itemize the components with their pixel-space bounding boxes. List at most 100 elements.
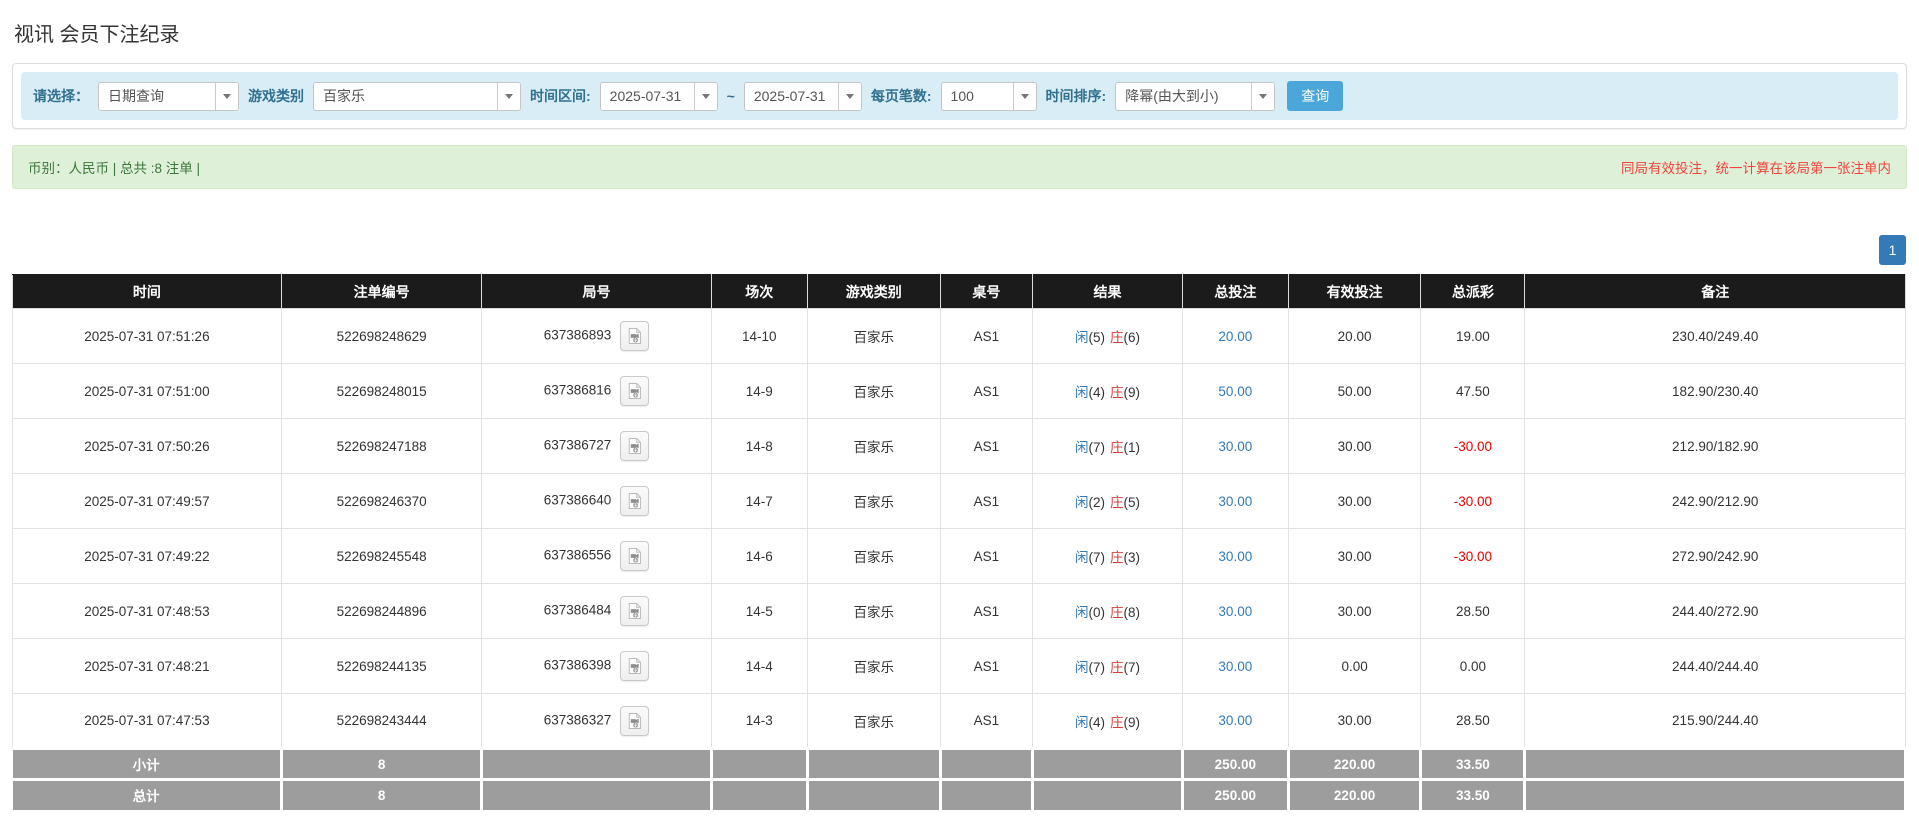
total-bet-link[interactable]: 20.00 [1218,329,1252,344]
summary-count: 8 [281,778,484,812]
total-bet-link[interactable]: 30.00 [1218,659,1252,674]
round-id: 637386893 [543,327,612,343]
total-bet-link[interactable]: 30.00 [1218,713,1252,728]
video-replay-button[interactable] [620,321,650,351]
cell-game-type: 百家乐 [807,418,941,474]
time-sort-select[interactable]: 降幂(由大到小) [1115,81,1276,111]
cell-round-id: 637386727 [481,418,712,474]
summary-total-bet: 250.00 [1182,778,1290,812]
video-file-icon [629,438,642,454]
cell-session: 14-10 [710,308,809,364]
video-replay-button[interactable] [620,486,650,516]
cell-bet-id: 522698245548 [280,528,483,584]
cell-total-bet: 30.00 [1181,528,1289,584]
chevron-down-icon[interactable] [215,82,238,110]
cell-valid-bet: 30.00 [1287,693,1422,749]
payout-value: 28.50 [1455,713,1490,728]
page-button-1[interactable]: 1 [1879,235,1906,265]
cell-result: 闲(7) 庄(3) [1032,528,1183,584]
cell-valid-bet: 0.00 [1287,638,1422,694]
page-size-label: 每页笔数: [870,88,932,104]
result-banker-label: 庄 [1110,440,1124,455]
column-header: 备注 [1524,274,1906,309]
cell-payout: 0.00 [1420,638,1526,694]
cell-bet-id: 522698247188 [280,418,483,474]
video-replay-button[interactable] [620,705,650,736]
chevron-down-icon[interactable] [1251,82,1275,110]
round-id: 637386727 [543,437,612,453]
cell-round-id: 637386893 [481,308,712,364]
cell-game-type: 百家乐 [807,473,941,529]
total-bet-link[interactable]: 50.00 [1218,384,1252,399]
chevron-down-icon[interactable] [693,82,717,110]
page-size-value: 100 [950,88,974,104]
result-player-score: (4) [1088,385,1106,400]
video-replay-button[interactable] [620,651,650,681]
round-id: 637386398 [543,657,612,673]
video-replay-button[interactable] [620,541,650,571]
result-player-label: 闲 [1075,385,1089,400]
result-banker-label: 庄 [1110,605,1124,620]
column-header: 有效投注 [1287,274,1422,309]
cell-result: 闲(4) 庄(9) [1032,363,1183,419]
video-replay-button[interactable] [620,431,650,461]
video-file-icon [629,548,642,564]
video-replay-button[interactable] [620,596,650,626]
round-id: 637386484 [543,602,612,618]
result-player-label: 闲 [1075,550,1089,565]
result-banker-score: (6) [1123,330,1141,345]
cell-table-no: AS1 [939,308,1034,364]
result-player-label: 闲 [1075,605,1089,620]
cell-total-bet: 50.00 [1181,363,1289,419]
result-banker-score: (1) [1123,440,1141,455]
cell-session: 14-4 [710,638,809,694]
payout-value: -30.00 [1453,493,1493,509]
result-player-score: (7) [1088,660,1106,675]
table-row: 2025-07-31 07:51:00 522698248015 637386816… [12,363,1906,419]
result-player-score: (5) [1088,330,1106,345]
chevron-down-icon[interactable] [497,82,520,110]
cell-time: 2025-07-31 07:47:53 [12,693,282,749]
result-player-score: (0) [1088,605,1106,620]
chevron-down-icon[interactable] [1012,82,1036,110]
page-size-select[interactable]: 100 [940,81,1037,111]
game-type-label: 游戏类别 [248,88,304,104]
cell-payout: -30.00 [1420,473,1526,529]
bet-records-table: 时间 注单编号 局号 场次 游戏类别 桌号 结果 总投注 有效投注 总派彩 备注 2025-07-3… [12,274,1907,812]
total-bet-link[interactable]: 30.00 [1218,604,1252,619]
video-file-icon [629,712,642,729]
search-button[interactable]: 查询 [1287,81,1344,111]
cell-bet-id: 522698246370 [280,473,483,529]
video-file-icon [629,658,642,674]
cell-remark: 212.90/182.90 [1524,418,1906,474]
cell-total-bet: 20.00 [1181,308,1289,364]
result-player-label: 闲 [1075,714,1089,730]
result-banker-label: 庄 [1110,385,1124,400]
cell-payout: -30.00 [1420,528,1526,584]
cell-time: 2025-07-31 07:48:21 [12,638,282,694]
total-bet-link[interactable]: 30.00 [1218,549,1252,564]
round-id: 637386640 [543,492,612,508]
date-to-input[interactable]: 2025-07-31 [743,81,862,111]
cell-remark: 230.40/249.40 [1524,308,1906,364]
video-replay-button[interactable] [620,376,650,406]
cell-remark: 215.90/244.40 [1524,693,1906,749]
table-row: 2025-07-31 07:47:53 522698243444 637386327… [12,693,1906,749]
cell-game-type: 百家乐 [807,638,941,694]
cell-time: 2025-07-31 07:49:22 [12,528,282,584]
total-bet-link[interactable]: 30.00 [1218,494,1252,509]
chevron-down-icon[interactable] [837,82,861,110]
query-type-label: 请选择： [33,88,89,104]
cell-session: 14-9 [710,363,809,419]
date-from-input[interactable]: 2025-07-31 [599,81,718,111]
game-type-select[interactable]: 百家乐 [313,81,521,111]
cell-session: 14-6 [710,528,809,584]
game-type-value: 百家乐 [323,88,365,104]
column-header: 时间 [12,274,282,309]
table-row: 2025-07-31 07:48:21 522698244135 637386398… [12,638,1906,694]
cell-session: 14-5 [710,583,809,639]
column-header: 结果 [1032,274,1183,309]
total-bet-link[interactable]: 30.00 [1218,439,1252,454]
query-type-select[interactable]: 日期查询 [98,81,239,111]
result-player-label: 闲 [1075,660,1089,675]
